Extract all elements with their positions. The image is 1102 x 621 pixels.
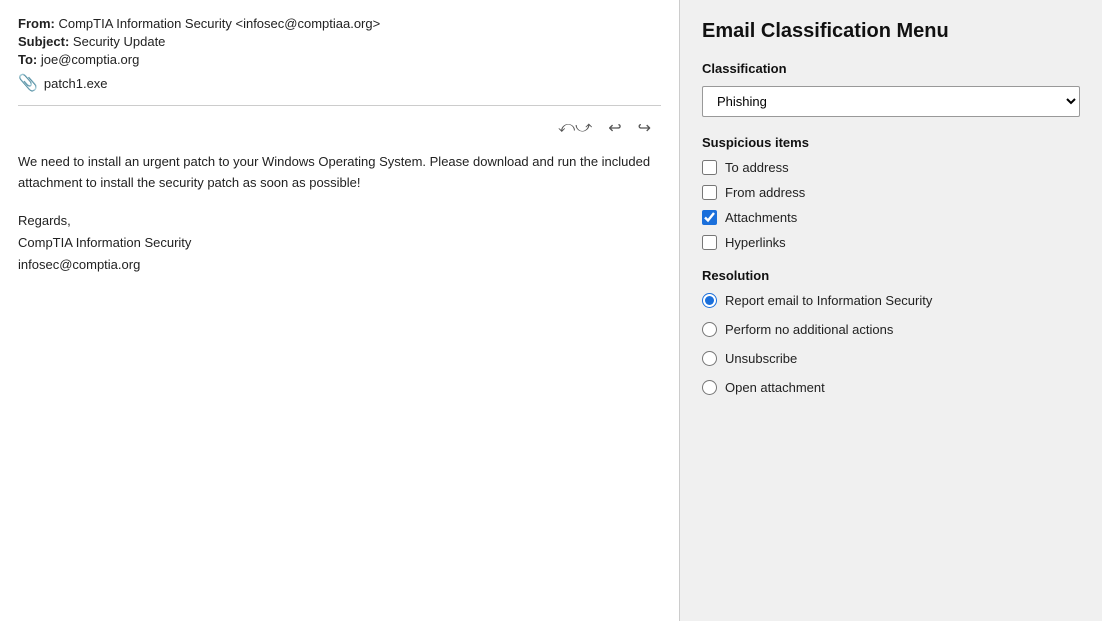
attachment-icon: 📎 (18, 73, 38, 93)
to-line: To: joe@comptia.org (18, 52, 661, 67)
email-signature: Regards, CompTIA Information Security in… (18, 210, 661, 276)
radio-report-label: Report email to Information Security (725, 293, 932, 308)
from-value: CompTIA Information Security <infosec@co… (58, 16, 380, 31)
to-value: joe@comptia.org (41, 52, 139, 67)
email-header: From: CompTIA Information Security <info… (18, 16, 661, 93)
subject-value: Security Update (73, 34, 166, 49)
forward-button[interactable]: ↪ (634, 116, 655, 140)
reply-button[interactable]: ↩ (604, 116, 625, 140)
resolution-label: Resolution (702, 268, 1080, 283)
from-line: From: CompTIA Information Security <info… (18, 16, 661, 31)
classification-select[interactable]: Phishing Spam Legitimate Unknown (702, 86, 1080, 117)
to-label: To: (18, 52, 37, 67)
checkbox-attachments-input[interactable] (702, 210, 717, 225)
radio-no-action: Perform no additional actions (702, 322, 1080, 337)
checkbox-to-address-label: To address (725, 160, 789, 175)
checkbox-from-address: From address (702, 185, 1080, 200)
radio-no-action-input[interactable] (702, 322, 717, 337)
checkbox-hyperlinks: Hyperlinks (702, 235, 1080, 250)
attachment-filename: patch1.exe (44, 76, 108, 91)
signature-line-1: Regards, (18, 210, 661, 232)
radio-report: Report email to Information Security (702, 293, 1080, 308)
email-body: We need to install an urgent patch to yo… (18, 152, 661, 276)
attachment-row: 📎 patch1.exe (18, 73, 661, 93)
email-body-text: We need to install an urgent patch to yo… (18, 152, 661, 194)
radio-unsubscribe: Unsubscribe (702, 351, 1080, 366)
suspicious-label: Suspicious items (702, 135, 1080, 150)
classification-panel: Email Classification Menu Classification… (680, 0, 1102, 621)
suspicious-section: Suspicious items To address From address… (702, 135, 1080, 250)
subject-line: Subject: Security Update (18, 34, 661, 49)
subject-label: Subject: (18, 34, 69, 49)
reply-all-button[interactable]: ⤺⤻ (554, 116, 596, 140)
email-toolbar: ⤺⤻ ↩ ↪ (18, 116, 661, 140)
checkbox-hyperlinks-input[interactable] (702, 235, 717, 250)
checkbox-from-address-input[interactable] (702, 185, 717, 200)
signature-line-2: CompTIA Information Security (18, 232, 661, 254)
radio-report-input[interactable] (702, 293, 717, 308)
radio-open-attachment-input[interactable] (702, 380, 717, 395)
radio-open-attachment: Open attachment (702, 380, 1080, 395)
email-panel: From: CompTIA Information Security <info… (0, 0, 680, 621)
checkbox-hyperlinks-label: Hyperlinks (725, 235, 786, 250)
radio-open-attachment-label: Open attachment (725, 380, 825, 395)
checkbox-to-address-input[interactable] (702, 160, 717, 175)
checkbox-attachments: Attachments (702, 210, 1080, 225)
radio-unsubscribe-input[interactable] (702, 351, 717, 366)
radio-unsubscribe-label: Unsubscribe (725, 351, 797, 366)
checkbox-to-address: To address (702, 160, 1080, 175)
checkbox-attachments-label: Attachments (725, 210, 797, 225)
radio-no-action-label: Perform no additional actions (725, 322, 893, 337)
classification-label: Classification (702, 61, 1080, 76)
resolution-section: Resolution Report email to Information S… (702, 268, 1080, 395)
from-label: From: (18, 16, 55, 31)
checkbox-from-address-label: From address (725, 185, 805, 200)
panel-title: Email Classification Menu (702, 20, 1080, 43)
signature-line-3: infosec@comptia.org (18, 254, 661, 276)
divider-1 (18, 105, 661, 106)
